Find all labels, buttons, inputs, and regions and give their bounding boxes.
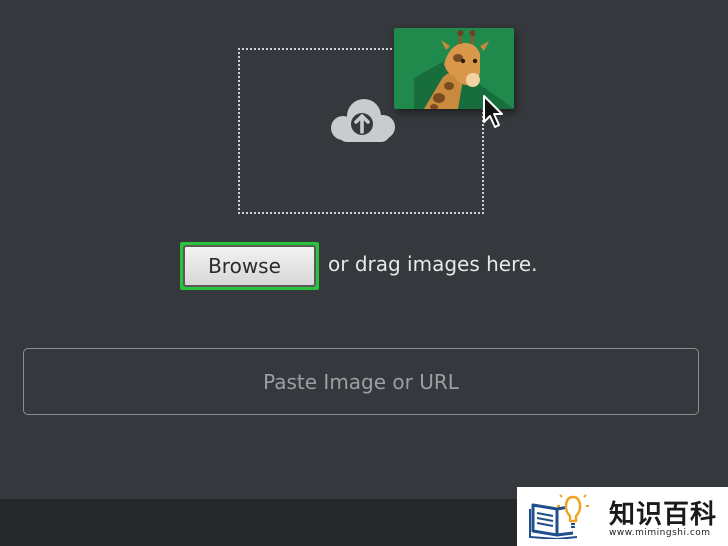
paste-url-input[interactable]: [23, 348, 699, 415]
browse-button[interactable]: Browse: [183, 245, 316, 287]
book-lightbulb-icon: [529, 493, 589, 539]
watermark-badge: 知识百科 www.mimingshi.com: [517, 487, 728, 546]
watermark-name: 知识百科: [609, 500, 718, 530]
arrow-cursor-icon: [483, 95, 503, 128]
watermark-url: www.mimingshi.com: [609, 528, 711, 538]
cloud-upload-icon: [331, 99, 395, 142]
drag-instruction-text: or drag images here.: [328, 252, 538, 276]
browse-button-highlight: Browse: [180, 242, 319, 290]
